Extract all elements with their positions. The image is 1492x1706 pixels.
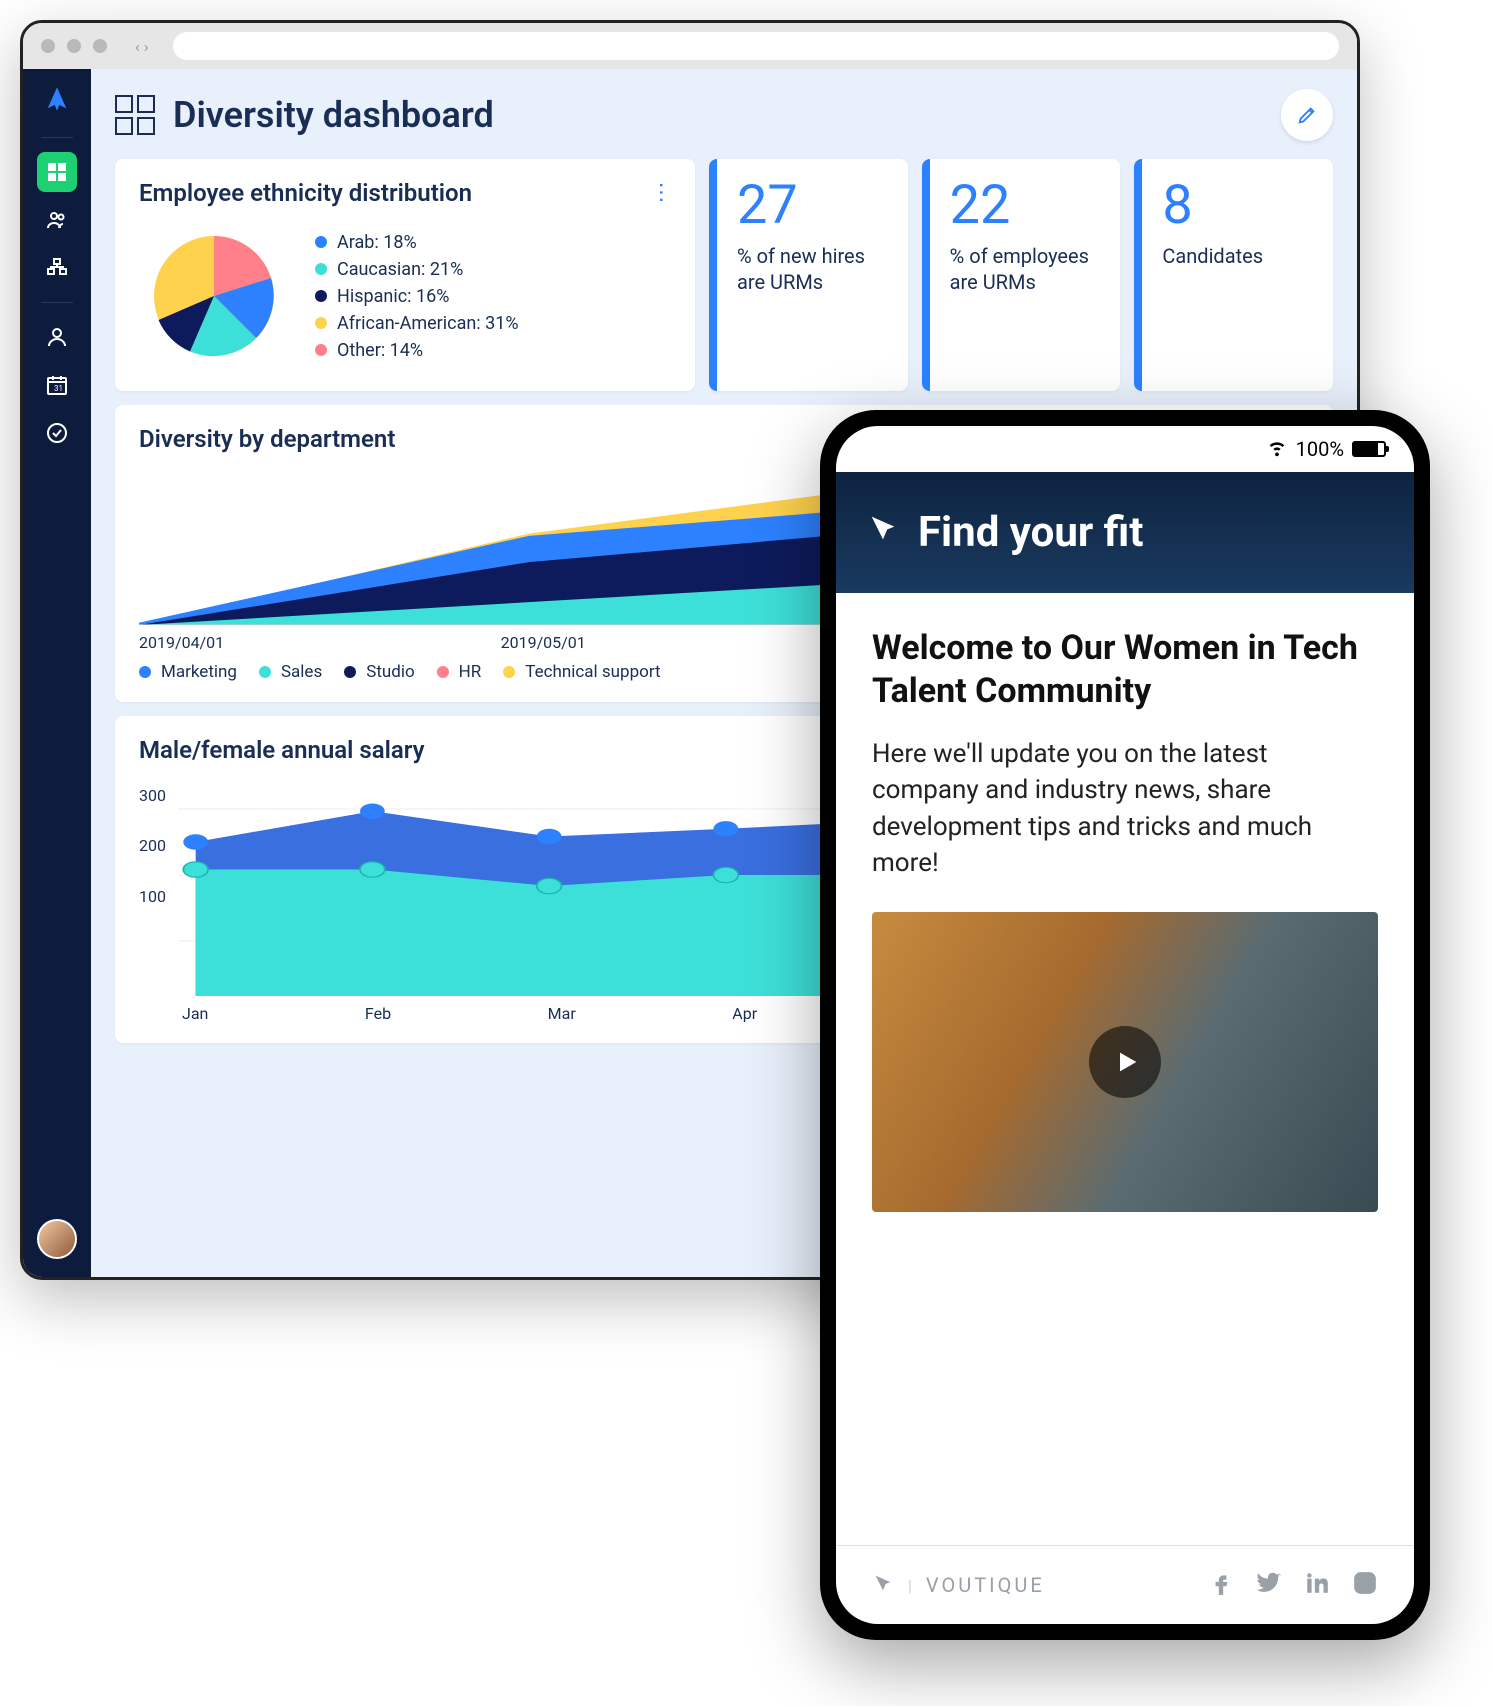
legend-label: HR	[459, 662, 482, 682]
facebook-icon[interactable]	[1208, 1570, 1234, 1600]
welcome-heading: Welcome to Our Women in Tech Talent Comm…	[872, 627, 1378, 712]
nav-arrows-icon[interactable]: ‹ ›	[135, 37, 149, 56]
legend-item: Caucasian: 21%	[315, 259, 519, 280]
app-logo-icon[interactable]	[43, 83, 71, 121]
window-dot[interactable]	[93, 39, 107, 53]
x-label: Mar	[548, 1004, 576, 1023]
stat-label: % of new hires are URMs	[737, 243, 884, 295]
legend-item: Arab: 18%	[315, 232, 519, 253]
legend-label: Sales	[281, 662, 322, 682]
legend-item: Sales	[259, 662, 322, 682]
legend-item: Marketing	[139, 662, 237, 682]
divider	[41, 302, 73, 303]
legend-label: Other: 14%	[337, 340, 423, 361]
url-bar[interactable]	[173, 32, 1339, 60]
pie-body: Arab: 18% Caucasian: 21% Hispanic: 16% A…	[139, 221, 671, 371]
linkedin-icon[interactable]	[1304, 1570, 1330, 1600]
stat-label: % of employees are URMs	[950, 243, 1097, 295]
y-tick	[139, 937, 166, 956]
status-bar: 100%	[836, 426, 1414, 472]
battery-icon	[1352, 441, 1386, 457]
dashboard-grid-icon	[115, 95, 155, 135]
legend-item: African-American: 31%	[315, 313, 519, 334]
play-icon	[1089, 1026, 1161, 1098]
hero-title: Find your fit	[918, 508, 1144, 557]
legend-item: Other: 14%	[315, 340, 519, 361]
x-label: Jan	[182, 1004, 208, 1023]
battery-percent: 100%	[1296, 437, 1344, 461]
twitter-icon[interactable]	[1256, 1570, 1282, 1600]
sidebar-item-calendar[interactable]: 31	[37, 365, 77, 405]
sidebar-item-tasks[interactable]	[37, 413, 77, 453]
sidebar-item-profile[interactable]	[37, 317, 77, 357]
welcome-body: Here we'll update you on the latest comp…	[872, 736, 1378, 882]
x-label: Feb	[365, 1004, 391, 1023]
user-avatar[interactable]	[37, 1219, 77, 1259]
browser-chrome: ‹ ›	[23, 23, 1357, 69]
sidebar-item-people[interactable]	[37, 200, 77, 240]
window-dot[interactable]	[67, 39, 81, 53]
legend-label: Arab: 18%	[337, 232, 417, 253]
legend-label: African-American: 31%	[337, 313, 519, 334]
sidebar: 31	[23, 69, 91, 1277]
stat-value: 22	[950, 179, 1097, 233]
more-icon[interactable]: ⋯	[649, 182, 674, 206]
stat-new-hires: 27 % of new hires are URMs	[709, 159, 908, 391]
instagram-icon[interactable]	[1352, 1570, 1378, 1600]
phone-content: Welcome to Our Women in Tech Talent Comm…	[836, 593, 1414, 1545]
phone-footer: | VOUTIQUE	[836, 1545, 1414, 1624]
legend-item: Studio	[344, 662, 414, 682]
phone-screen: 100% Find your fit Welcome to Our Women …	[836, 426, 1414, 1624]
legend-label: Marketing	[161, 662, 237, 682]
legend-label: Hispanic: 16%	[337, 286, 449, 307]
hero-banner: Find your fit	[836, 472, 1414, 593]
legend-label: Studio	[366, 662, 414, 682]
page-header: Diversity dashboard	[115, 89, 1333, 141]
legend-item: HR	[437, 662, 482, 682]
phone-frame: 100% Find your fit Welcome to Our Women …	[820, 410, 1430, 1640]
legend-item: Hispanic: 16%	[315, 286, 519, 307]
ethnicity-card: Employee ethnicity distribution ⋯ Arab: …	[115, 159, 695, 391]
window-dot[interactable]	[41, 39, 55, 53]
divider: |	[908, 1576, 912, 1595]
divider	[41, 137, 73, 138]
legend-label: Caucasian: 21%	[337, 259, 463, 280]
y-tick: 300	[139, 786, 166, 805]
brand-logo-icon	[866, 511, 900, 554]
y-tick: 100	[139, 887, 166, 906]
svg-text:31: 31	[54, 384, 63, 393]
card-title: Employee ethnicity distribution	[139, 179, 671, 207]
legend-item: Technical support	[503, 662, 660, 682]
video-thumbnail[interactable]	[872, 912, 1378, 1212]
stat-value: 8	[1162, 179, 1309, 233]
sidebar-item-dashboard[interactable]	[37, 152, 77, 192]
wifi-icon	[1266, 436, 1288, 463]
stat-value: 27	[737, 179, 884, 233]
stat-label: Candidates	[1162, 243, 1309, 269]
footer-brand: VOUTIQUE	[926, 1573, 1045, 1597]
legend-label: Technical support	[525, 662, 660, 682]
y-tick: 200	[139, 836, 166, 855]
page-title: Diversity dashboard	[173, 94, 1263, 136]
social-links	[1208, 1570, 1378, 1600]
edit-button[interactable]	[1281, 89, 1333, 141]
stat-candidates: 8 Candidates	[1134, 159, 1333, 391]
x-label: 2019/04/01	[139, 633, 224, 652]
stats-row: Employee ethnicity distribution ⋯ Arab: …	[115, 159, 1333, 391]
sidebar-item-org[interactable]	[37, 248, 77, 288]
pie-legend: Arab: 18% Caucasian: 21% Hispanic: 16% A…	[315, 232, 519, 361]
brand-logo-icon	[872, 1572, 894, 1598]
pie-chart	[139, 221, 289, 371]
x-label: 2019/05/01	[501, 633, 586, 652]
x-label: Apr	[732, 1004, 757, 1023]
stat-employees: 22 % of employees are URMs	[922, 159, 1121, 391]
